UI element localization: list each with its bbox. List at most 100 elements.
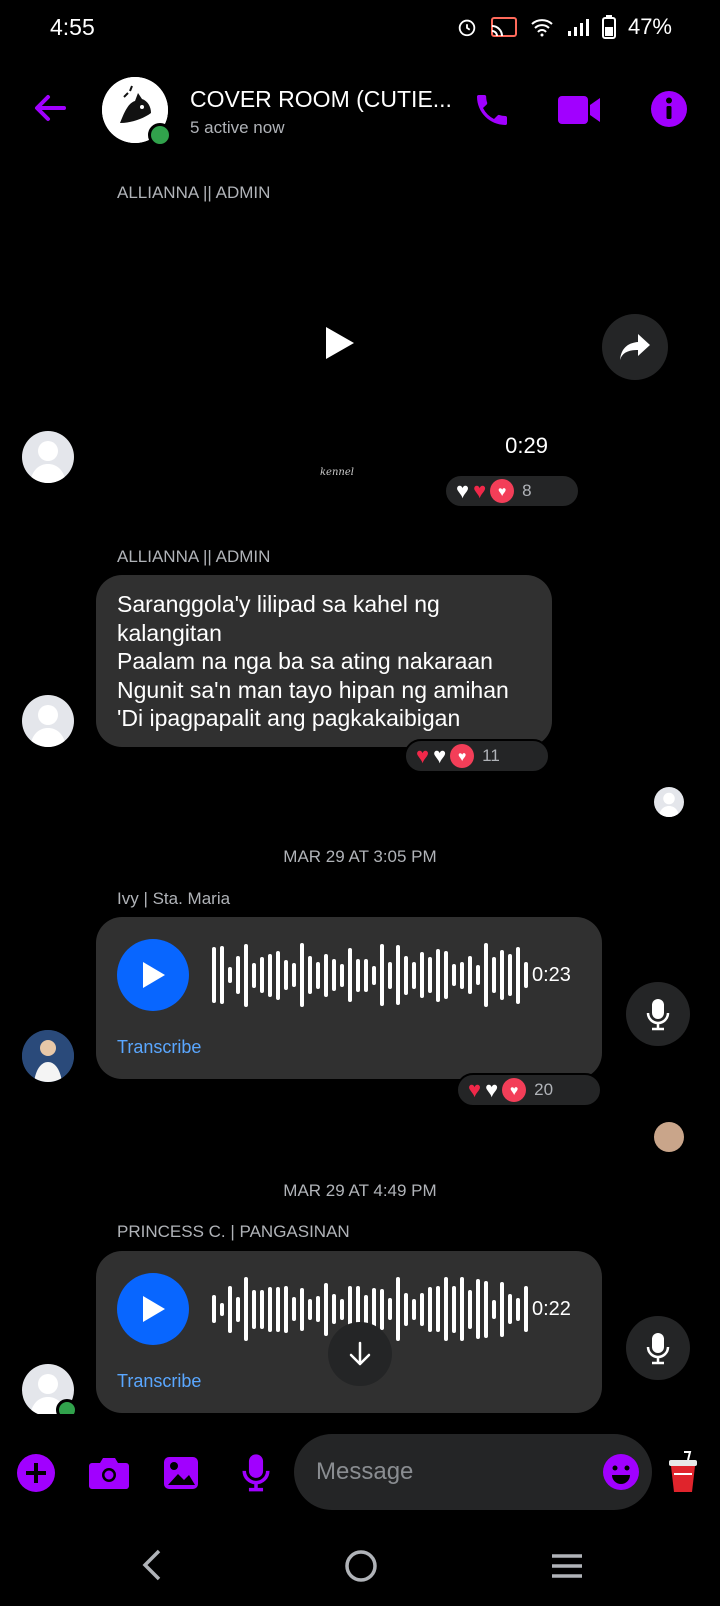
waveform-bar <box>268 953 272 997</box>
message-line: Saranggola'y lilipad sa kahel ng <box>117 591 440 617</box>
waveform-bar <box>364 958 368 992</box>
voice-duration: 0:22 <box>532 1298 571 1320</box>
waveform-bar <box>308 1298 312 1320</box>
waveform-bar <box>492 1299 496 1319</box>
sender-name: ALLIANNA || ADMIN <box>117 183 271 202</box>
emoji-button[interactable] <box>602 1453 640 1496</box>
play-button[interactable] <box>117 939 189 1011</box>
waveform-bar <box>452 964 456 986</box>
message-text: Saranggola'y lilipad sa kahel ng kalangi… <box>117 590 509 733</box>
voice-reply-button[interactable] <box>626 1316 690 1380</box>
image-icon <box>164 1457 198 1489</box>
waveform-bar <box>444 951 448 999</box>
voice-reply-button[interactable] <box>626 982 690 1046</box>
waveform-bar <box>364 1294 368 1324</box>
waveform-bar <box>244 1277 248 1341</box>
menu-lines-icon <box>552 1554 582 1578</box>
avatar[interactable] <box>22 1030 74 1082</box>
reaction-bar[interactable]: ♥ ♥ ♥ 11 <box>404 739 550 773</box>
waveform-bar <box>412 1298 416 1320</box>
waveform-bar <box>324 1282 328 1336</box>
waveform-bar <box>468 1289 472 1329</box>
avatar[interactable] <box>22 431 74 483</box>
waveform-bar <box>268 1286 272 1332</box>
waveform-bar <box>292 1297 296 1321</box>
info-button[interactable] <box>650 90 688 133</box>
back-arrow-icon <box>35 95 66 121</box>
play-icon <box>143 1296 165 1322</box>
waveform-bar <box>492 957 496 993</box>
waveform-bar <box>436 948 440 1002</box>
transcribe-link[interactable]: Transcribe <box>117 1371 201 1392</box>
waveform-bar <box>396 945 400 1005</box>
timestamp-divider: MAR 29 AT 4:49 PM <box>283 1181 437 1200</box>
quick-reaction-button[interactable] <box>666 1450 700 1499</box>
waveform-bar <box>236 1296 240 1322</box>
camera-icon <box>89 1458 129 1489</box>
back-button[interactable] <box>30 88 74 132</box>
reaction-bar[interactable]: ♥ ♥ ♥ 20 <box>456 1073 602 1107</box>
waveform-bar <box>356 958 360 992</box>
default-user-icon <box>658 792 680 817</box>
reaction-count: 11 <box>482 746 500 765</box>
arrow-down-icon <box>349 1341 371 1366</box>
waveform-bar <box>276 950 280 1000</box>
avatar[interactable] <box>22 695 74 747</box>
text-message[interactable]: Saranggola'y lilipad sa kahel ng kalangi… <box>96 575 552 747</box>
voice-record-button[interactable] <box>240 1452 272 1497</box>
waveform-bar <box>476 965 480 985</box>
camera-button[interactable] <box>88 1455 130 1496</box>
waveform-bar <box>284 960 288 990</box>
video-message[interactable]: 0:29 kennel <box>100 205 578 490</box>
play-button[interactable] <box>117 1273 189 1345</box>
waveform-bar <box>228 1285 232 1333</box>
timestamp-divider: MAR 29 AT 3:05 PM <box>283 847 437 866</box>
default-user-icon <box>30 705 66 747</box>
waveform-bar <box>300 1287 304 1331</box>
drink-cup-icon <box>669 1451 697 1492</box>
conversation-title[interactable]: COVER ROOM (CUTIE... <box>190 86 452 113</box>
message-line: Ngunit sa'n man tayo hipan ng amihan <box>117 676 509 703</box>
waveform-bar <box>396 1277 400 1341</box>
love-reaction-icon: ♥ <box>502 1078 527 1102</box>
waveform-bar <box>260 957 264 993</box>
home-circle-icon <box>345 1550 377 1582</box>
waveform-bar <box>276 1286 280 1332</box>
waveform-bar <box>428 957 432 993</box>
default-user-icon <box>30 441 66 483</box>
red-heart-icon: ♥ <box>416 743 430 768</box>
call-button[interactable] <box>472 90 512 135</box>
waveform-bar <box>444 1277 448 1341</box>
add-button[interactable] <box>16 1453 56 1498</box>
share-button[interactable] <box>602 314 668 380</box>
white-heart-icon: ♥ <box>433 743 447 768</box>
waveform-bar <box>420 1292 424 1326</box>
cast-icon <box>490 17 517 37</box>
play-icon <box>143 962 165 988</box>
video-camera-icon <box>558 96 600 124</box>
voice-message[interactable]: 0:23 Transcribe <box>96 917 602 1079</box>
waveform-bar <box>220 1302 224 1316</box>
sender-name: PRINCESS C. | PANGASINAN <box>117 1222 350 1241</box>
waveform-bar <box>516 946 520 1004</box>
message-placeholder: Message <box>316 1458 414 1485</box>
voice-duration: 0:23 <box>532 964 571 986</box>
waveform-bar <box>252 962 256 988</box>
nav-recents-button[interactable] <box>550 1552 584 1585</box>
scroll-to-bottom-button[interactable] <box>328 1322 392 1386</box>
waveform-bar <box>340 963 344 987</box>
reaction-bar[interactable]: ♥ ♥ ♥ 8 <box>444 474 580 508</box>
nav-home-button[interactable] <box>344 1549 378 1588</box>
waveform[interactable] <box>212 940 528 1010</box>
nav-back-button[interactable] <box>140 1548 164 1587</box>
video-call-button[interactable] <box>556 92 602 133</box>
waveform-bar <box>500 950 504 1000</box>
play-icon[interactable] <box>318 323 358 363</box>
share-arrow-icon <box>620 334 650 360</box>
video-duration: 0:29 <box>505 433 548 458</box>
battery-icon <box>601 15 616 39</box>
gallery-button[interactable] <box>162 1455 200 1496</box>
message-line: Paalam na nga ba sa ating nakaraan <box>117 648 493 674</box>
waveform-bar <box>508 954 512 996</box>
transcribe-link[interactable]: Transcribe <box>117 1037 201 1058</box>
